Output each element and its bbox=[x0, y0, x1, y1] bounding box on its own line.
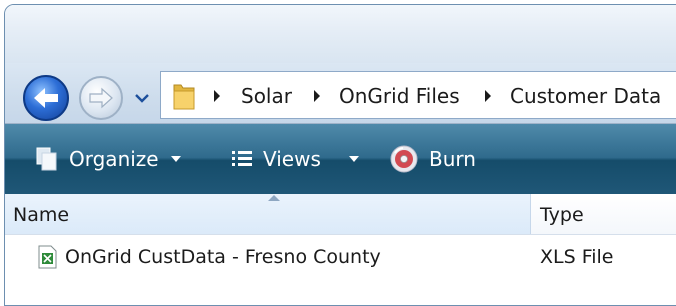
views-label: Views bbox=[263, 147, 321, 171]
burn-button[interactable]: Burn bbox=[389, 142, 476, 176]
views-button[interactable]: Views bbox=[231, 142, 359, 176]
back-button[interactable] bbox=[23, 75, 69, 121]
breadcrumb-item-solar[interactable]: Solar bbox=[241, 83, 292, 109]
back-arrow-icon bbox=[34, 88, 58, 108]
breadcrumb-item-ongrid-files[interactable]: OnGrid Files bbox=[339, 83, 460, 109]
file-name[interactable]: OnGrid CustData - Fresno County bbox=[65, 246, 381, 268]
forward-button[interactable] bbox=[79, 76, 123, 120]
explorer-window: Solar OnGrid Files Customer Data Organiz… bbox=[4, 4, 676, 306]
sort-ascending-icon bbox=[268, 195, 280, 201]
burn-label: Burn bbox=[429, 147, 476, 171]
breadcrumb-item-customer-data[interactable]: Customer Data bbox=[510, 83, 661, 109]
file-row[interactable]: OnGrid CustData - Fresno County XLS File bbox=[5, 237, 676, 277]
breadcrumb-separator-icon bbox=[214, 90, 220, 102]
folder-icon bbox=[173, 84, 195, 110]
breadcrumb-separator-icon bbox=[485, 90, 491, 102]
burn-disc-icon bbox=[389, 144, 419, 174]
organize-button[interactable]: Organize bbox=[35, 142, 181, 176]
file-type: XLS File bbox=[540, 246, 614, 268]
recent-pages-dropdown[interactable] bbox=[134, 92, 150, 104]
command-toolbar: Organize Views Burn bbox=[5, 124, 676, 194]
views-dropdown-icon bbox=[348, 156, 359, 162]
column-header-name[interactable]: Name bbox=[5, 194, 531, 234]
views-icon bbox=[231, 149, 253, 169]
breadcrumb[interactable]: Solar OnGrid Files Customer Data bbox=[160, 71, 676, 119]
organize-label: Organize bbox=[69, 147, 159, 171]
title-bar bbox=[5, 5, 676, 63]
organize-dropdown-icon bbox=[170, 156, 181, 162]
excel-file-icon bbox=[38, 245, 57, 269]
organize-icon bbox=[35, 146, 59, 172]
column-header-type[interactable]: Type bbox=[540, 204, 584, 226]
chevron-down-icon bbox=[135, 94, 149, 103]
column-label-name: Name bbox=[13, 204, 70, 226]
breadcrumb-separator-icon bbox=[314, 90, 320, 102]
forward-arrow-icon bbox=[89, 87, 113, 109]
column-header-row: Name Type bbox=[5, 194, 676, 235]
